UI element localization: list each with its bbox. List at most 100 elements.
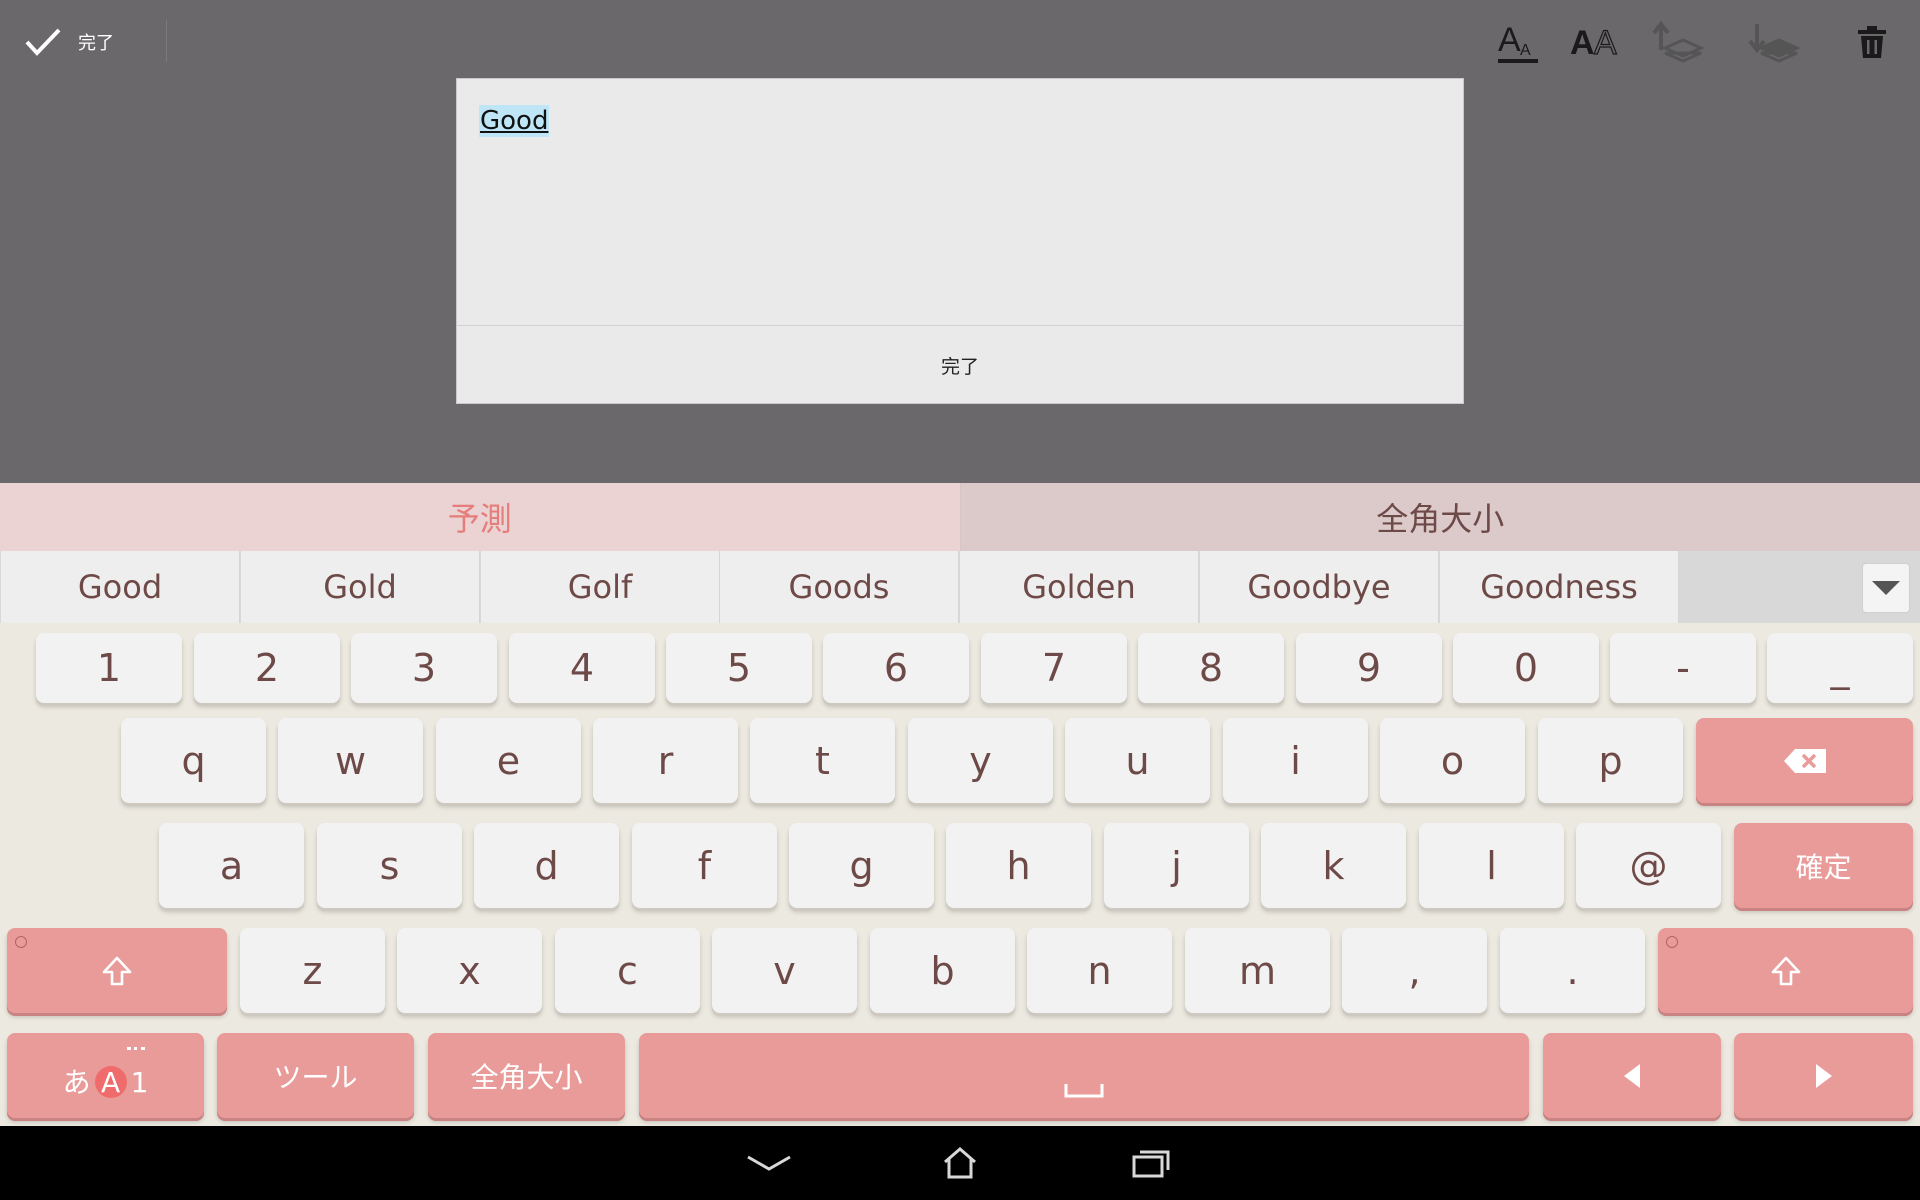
key-e[interactable]: e — [436, 718, 581, 803]
shift-left-key[interactable] — [7, 928, 227, 1013]
key-6[interactable]: 6 — [823, 633, 969, 703]
send-backward-icon — [1748, 24, 1801, 63]
input-mode-key[interactable]: あ A 1 — [7, 1033, 204, 1118]
shift-icon — [1771, 956, 1800, 985]
candidate-bar: Good Gold Golf Goods Golden Goodbye Good… — [0, 551, 1920, 623]
key-g[interactable]: g — [789, 823, 934, 908]
key-n[interactable]: n — [1027, 928, 1172, 1013]
svg-text:A: A — [1520, 42, 1531, 59]
candidate-item[interactable]: Golf — [481, 551, 720, 623]
key-9[interactable]: 9 — [1296, 633, 1442, 703]
text-size-button[interactable]: A A — [1486, 14, 1550, 70]
key-i[interactable]: i — [1223, 718, 1368, 803]
mode-active-indicator: A — [94, 1065, 127, 1099]
key-k[interactable]: k — [1261, 823, 1406, 908]
key-t[interactable]: t — [750, 718, 895, 803]
key-4[interactable]: 4 — [509, 633, 655, 703]
recents-icon — [1132, 1150, 1170, 1178]
mode-dots — [127, 1047, 145, 1054]
dialog-done-button[interactable]: 完了 — [457, 326, 1463, 404]
top-toolbar: 完了 A A A A — [0, 0, 1920, 84]
key-d[interactable]: d — [474, 823, 619, 908]
backspace-icon — [1783, 748, 1826, 773]
space-icon — [1064, 1083, 1104, 1097]
key-m[interactable]: m — [1185, 928, 1330, 1013]
key-7[interactable]: 7 — [981, 633, 1127, 703]
key-o[interactable]: o — [1380, 718, 1525, 803]
tab-prediction[interactable]: 予測 — [0, 483, 961, 551]
key-l[interactable]: l — [1419, 823, 1564, 908]
delete-button[interactable] — [1840, 14, 1904, 70]
soft-keyboard: 予測 全角大小 Good Gold Golf Goods Golden Good… — [0, 483, 1920, 1126]
key-w[interactable]: w — [278, 718, 423, 803]
key-s[interactable]: s — [317, 823, 462, 908]
key-h[interactable]: h — [946, 823, 1091, 908]
key-r[interactable]: r — [593, 718, 738, 803]
key-y[interactable]: y — [908, 718, 1053, 803]
candidate-item[interactable]: Goodbye — [1200, 551, 1439, 623]
key-comma[interactable]: , — [1342, 928, 1487, 1013]
system-nav-bar — [0, 1126, 1920, 1200]
candidate-item[interactable]: Golden — [960, 551, 1199, 623]
svg-text:A: A — [1498, 21, 1521, 59]
key-b[interactable]: b — [870, 928, 1015, 1013]
cursor-left-key[interactable] — [1543, 1033, 1721, 1118]
shift-right-key[interactable] — [1658, 928, 1913, 1013]
key-indicator-dot — [15, 936, 27, 948]
nav-recents-button[interactable] — [1111, 1138, 1191, 1188]
font-style-icon: A A — [1570, 23, 1618, 62]
font-style-button[interactable]: A A — [1564, 14, 1628, 70]
key-at[interactable]: @ — [1576, 823, 1721, 908]
key-c[interactable]: c — [555, 928, 700, 1013]
home-icon — [944, 1147, 976, 1179]
nav-back-button[interactable] — [729, 1138, 809, 1188]
mode-num-label: 1 — [130, 1065, 149, 1099]
done-label: 完了 — [78, 33, 114, 54]
key-z[interactable]: z — [240, 928, 385, 1013]
key-hyphen[interactable]: - — [1610, 633, 1756, 703]
key-f[interactable]: f — [632, 823, 777, 908]
tool-key[interactable]: ツール — [217, 1033, 414, 1118]
toolbar-divider — [166, 20, 167, 62]
key-q[interactable]: q — [121, 718, 266, 803]
candidate-item[interactable]: Goodness — [1440, 551, 1679, 623]
candidate-item[interactable]: Good — [1, 551, 240, 623]
key-a[interactable]: a — [159, 823, 304, 908]
candidate-expand-button[interactable] — [1862, 563, 1910, 613]
checkmark-icon — [25, 28, 61, 56]
space-key[interactable] — [639, 1033, 1529, 1118]
key-indicator-dot — [1666, 936, 1678, 948]
fullwidth-case-key[interactable]: 全角大小 — [428, 1033, 625, 1118]
candidate-item[interactable]: Gold — [241, 551, 480, 623]
cursor-right-key[interactable] — [1734, 1033, 1913, 1118]
send-backward-button[interactable] — [1742, 14, 1806, 70]
chevron-down-icon — [1872, 581, 1900, 595]
keyboard-tab-bar: 予測 全角大小 — [0, 483, 1920, 551]
key-period[interactable]: . — [1500, 928, 1645, 1013]
key-2[interactable]: 2 — [194, 633, 340, 703]
key-5[interactable]: 5 — [666, 633, 812, 703]
text-size-icon: A A — [1498, 21, 1538, 63]
key-p[interactable]: p — [1538, 718, 1683, 803]
tab-fullwidth-case[interactable]: 全角大小 — [960, 483, 1920, 551]
key-j[interactable]: j — [1104, 823, 1249, 908]
key-3[interactable]: 3 — [351, 633, 497, 703]
key-x[interactable]: x — [397, 928, 542, 1013]
bring-forward-button[interactable] — [1646, 14, 1710, 70]
key-u[interactable]: u — [1065, 718, 1210, 803]
mode-alpha-label: A — [101, 1065, 121, 1099]
done-button[interactable]: 完了 — [24, 18, 114, 66]
composing-text: Good — [479, 105, 550, 137]
key-v[interactable]: v — [712, 928, 857, 1013]
enter-key[interactable]: 確定 — [1734, 823, 1913, 908]
text-area[interactable]: Good — [457, 79, 1463, 326]
mode-kana-label: あ — [62, 1065, 91, 1099]
key-8[interactable]: 8 — [1138, 633, 1284, 703]
shift-icon — [102, 956, 132, 985]
nav-home-button[interactable] — [920, 1138, 1000, 1188]
candidate-item[interactable]: Goods — [720, 551, 959, 623]
key-1[interactable]: 1 — [36, 633, 182, 703]
backspace-key[interactable] — [1696, 718, 1913, 803]
key-underscore[interactable]: _ — [1767, 633, 1913, 703]
key-0[interactable]: 0 — [1453, 633, 1599, 703]
